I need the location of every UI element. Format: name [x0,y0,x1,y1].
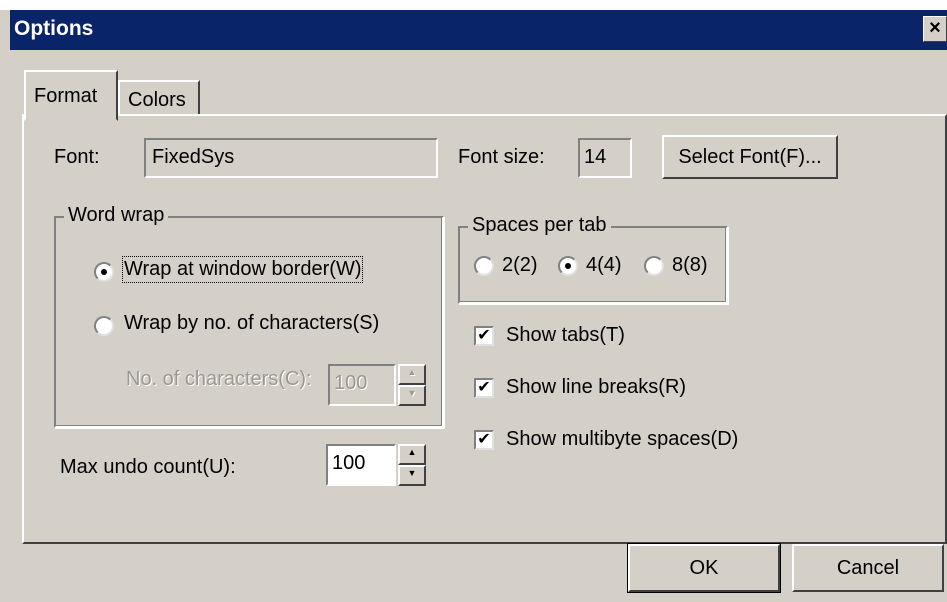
chevron-up-icon[interactable]: ▲ [398,444,426,465]
ok-button[interactable]: OK [627,543,781,593]
chevron-down-icon: ▼ [398,385,426,406]
tab-format[interactable]: Format [24,70,118,121]
window-title: Options [14,17,94,40]
font-size-label: Font size: [458,146,545,168]
chars-count-field: 100 [328,364,396,406]
select-font-button[interactable]: Select Font(F)... [662,135,838,179]
wrap-chars-label[interactable]: Wrap by no. of characters(S) [124,312,379,335]
show-line-breaks-label[interactable]: Show line breaks(R) [506,376,686,399]
tab-colors[interactable]: Colors [118,80,200,116]
show-multibyte-spaces-label[interactable]: Show multibyte spaces(D) [506,428,738,451]
font-label: Font: [54,146,100,168]
wrap-border-label[interactable]: Wrap at window border(W) [121,256,364,283]
cancel-button[interactable]: Cancel [792,544,944,592]
show-line-breaks-checkbox[interactable]: ✔ [474,378,494,398]
tab-format-label: Format [34,85,98,107]
chars-count-label: No. of characters(C): [126,368,312,390]
max-undo-input[interactable]: 100 [326,444,396,486]
tab-8-label[interactable]: 8(8) [672,254,708,277]
max-undo-spinner[interactable]: ▲ ▼ [398,444,426,486]
max-undo-label: Max undo count(U): [60,456,236,478]
options-dialog: Options × Format Colors Font: FixedSys F… [0,10,947,602]
tab-2-label[interactable]: 2(2) [502,254,538,277]
word-wrap-group-label: Word wrap [64,204,169,227]
chevron-up-icon: ▲ [398,364,426,385]
title-bar[interactable]: Options × [10,10,947,50]
ok-button-label: OK [689,557,719,579]
tab-colors-label: Colors [128,89,186,111]
tab-4-radio[interactable] [558,256,578,276]
font-field: FixedSys [144,138,438,178]
select-font-button-label: Select Font(F)... [678,146,822,168]
show-tabs-checkbox[interactable]: ✔ [474,326,494,346]
tab-8-radio[interactable] [644,256,664,276]
tab-4-label[interactable]: 4(4) [586,254,622,277]
chevron-down-icon[interactable]: ▼ [398,465,426,486]
wrap-chars-radio[interactable] [94,316,114,336]
show-multibyte-spaces-checkbox[interactable]: ✔ [474,430,494,450]
spaces-per-tab-group-label: Spaces per tab [468,214,611,237]
close-icon[interactable]: × [923,16,947,42]
tab-2-radio[interactable] [474,256,494,276]
wrap-border-radio[interactable] [94,262,114,282]
chars-count-spinner: ▲ ▼ [398,364,426,406]
cancel-button-label: Cancel [836,557,900,579]
font-size-field: 14 [578,138,632,178]
show-tabs-label[interactable]: Show tabs(T) [506,324,625,347]
